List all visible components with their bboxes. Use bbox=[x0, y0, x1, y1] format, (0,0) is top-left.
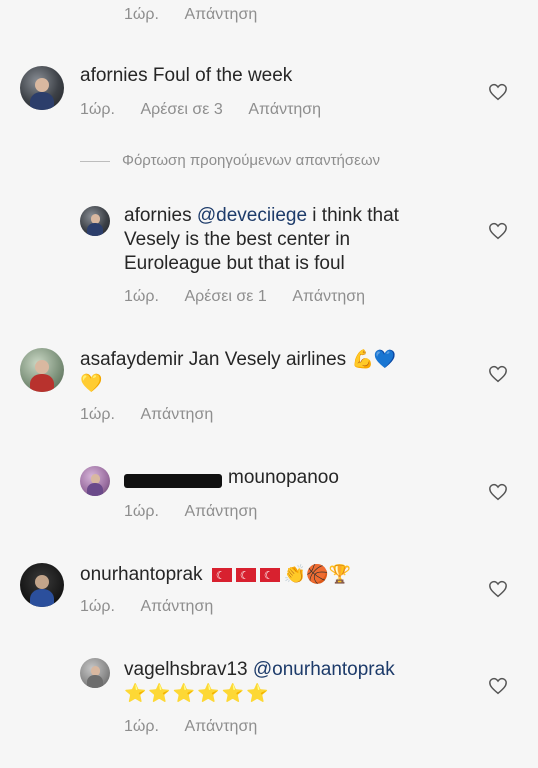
reply-button[interactable]: Απάντηση bbox=[185, 718, 258, 735]
turkey-flag-icon bbox=[211, 564, 284, 588]
reply-text-line3: Euroleague but that is foul bbox=[124, 253, 345, 274]
reply-text: asafaydemir Jan Vesely airlines 💪💙 bbox=[80, 349, 397, 370]
avatar[interactable] bbox=[80, 206, 110, 236]
reply-button[interactable]: Απάντηση bbox=[292, 288, 365, 305]
reply-button[interactable]: Απάντηση bbox=[185, 503, 258, 520]
reply-meta: 1ώρ. Αρέσει σε 1 Απάντηση bbox=[124, 288, 387, 306]
time-label: 1ώρ. bbox=[80, 406, 115, 423]
reply-button[interactable]: Απάντηση bbox=[185, 6, 258, 23]
reply-button[interactable]: Απάντηση bbox=[141, 598, 214, 615]
reply-meta: 1ώρ. Απάντηση bbox=[124, 503, 279, 521]
username-link[interactable]: onurhantoprak bbox=[80, 564, 203, 585]
likes-count[interactable]: Αρέσει σε 3 bbox=[141, 101, 223, 118]
reply-text: onurhantoprak 👏🏀🏆 bbox=[80, 563, 352, 588]
heart-outline-icon[interactable] bbox=[488, 483, 508, 501]
reply-button[interactable]: Απάντηση bbox=[248, 101, 321, 118]
username-link[interactable]: afornies bbox=[124, 205, 192, 226]
time-label: 1ώρ. bbox=[80, 598, 115, 615]
reply-meta: 1ώρ. Απάντηση bbox=[80, 406, 235, 424]
reply-text: mounopanoo bbox=[228, 467, 339, 488]
heart-outline-icon[interactable] bbox=[488, 580, 508, 598]
avatar[interactable] bbox=[80, 658, 110, 688]
top-meta: 1ώρ. Απάντηση bbox=[124, 6, 279, 24]
emoji: 💪💙 bbox=[351, 349, 397, 370]
emoji-line: 💛 bbox=[80, 373, 103, 394]
reply-text: vagelhsbrav13 @onurhantoprak bbox=[124, 658, 395, 682]
mention-link[interactable]: @deveciiege bbox=[197, 205, 307, 226]
reply-button[interactable]: Απάντηση bbox=[141, 406, 214, 423]
time-label: 1ώρ. bbox=[124, 718, 159, 735]
heart-outline-icon[interactable] bbox=[488, 83, 508, 101]
heart-outline-icon[interactable] bbox=[488, 222, 508, 240]
heart-outline-icon[interactable] bbox=[488, 365, 508, 383]
username-link[interactable]: vagelhsbrav13 bbox=[124, 659, 248, 680]
avatar[interactable] bbox=[20, 348, 64, 392]
avatar[interactable] bbox=[20, 66, 64, 110]
time-label: 1ώρ. bbox=[80, 101, 115, 118]
reply-text-line2: Vesely is the best center in bbox=[124, 229, 351, 250]
avatar[interactable] bbox=[80, 466, 110, 496]
comment-meta: 1ώρ. Αρέσει σε 3 Απάντηση bbox=[80, 101, 343, 119]
username-link[interactable]: asafaydemir bbox=[80, 349, 184, 370]
emoji: 👏🏀🏆 bbox=[283, 564, 352, 585]
avatar[interactable] bbox=[20, 563, 64, 607]
reply-meta: 1ώρ. Απάντηση bbox=[80, 598, 235, 616]
username-link[interactable]: afornies bbox=[80, 65, 148, 86]
comment-text: afornies Foul of the week bbox=[80, 65, 293, 86]
reply-text: afornies @deveciiege i think that bbox=[124, 205, 399, 226]
time-label: 1ώρ. bbox=[124, 503, 159, 520]
redacted-username bbox=[124, 474, 222, 488]
mention-link[interactable]: @onurhantoprak bbox=[253, 659, 395, 680]
load-previous-replies[interactable]: Φόρτωση προηγούμενων απαντήσεων bbox=[80, 152, 380, 169]
heart-outline-icon[interactable] bbox=[488, 677, 508, 695]
time-label: 1ώρ. bbox=[124, 6, 159, 23]
likes-count[interactable]: Αρέσει σε 1 bbox=[185, 288, 267, 305]
reply-meta: 1ώρ. Απάντηση bbox=[124, 718, 279, 736]
time-label: 1ώρ. bbox=[124, 288, 159, 305]
star-emoji-line: ⭐⭐⭐⭐⭐⭐ bbox=[124, 683, 271, 704]
